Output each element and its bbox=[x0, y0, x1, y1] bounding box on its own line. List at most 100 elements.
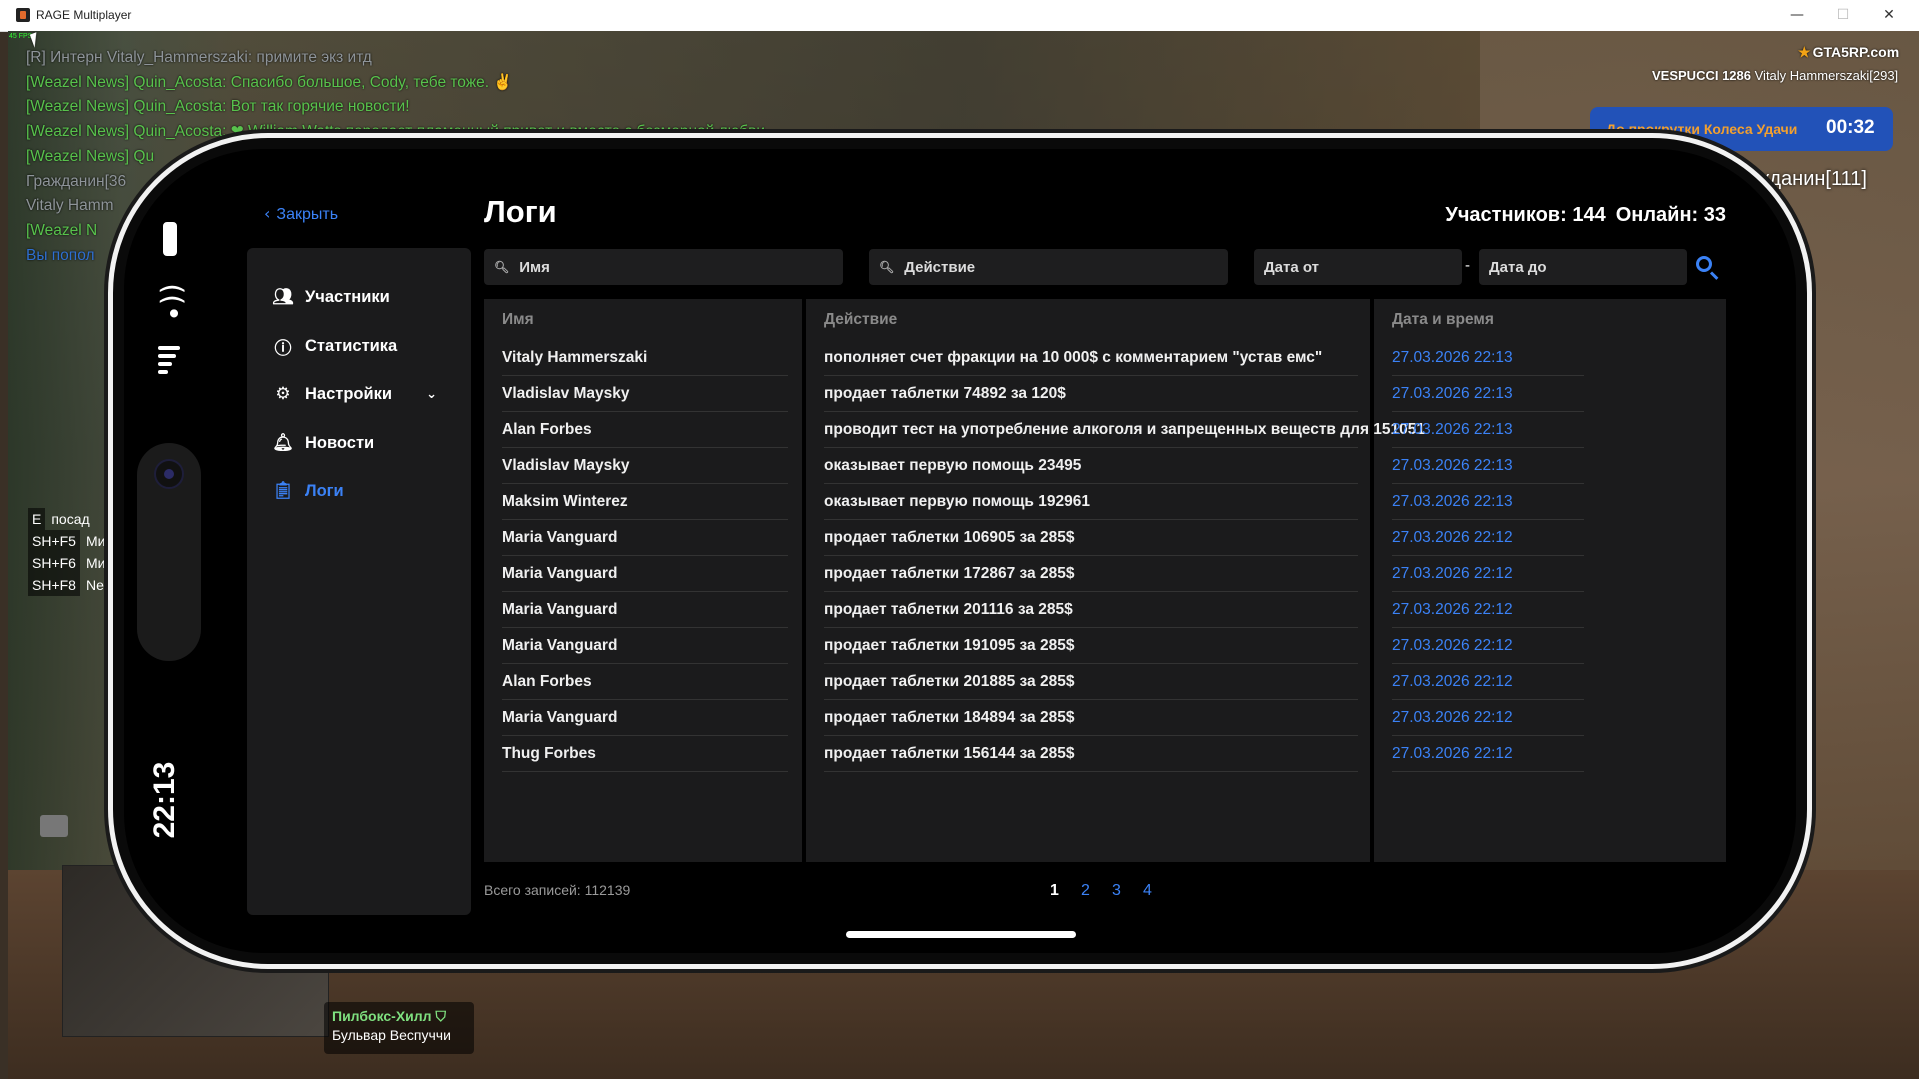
cell-name: Alan Forbes bbox=[502, 412, 788, 448]
page-1-button[interactable]: 1 bbox=[1050, 882, 1081, 900]
hotkey-item: SH+F5 Ми bbox=[28, 530, 105, 552]
sidebar-item-label: Новости bbox=[305, 433, 375, 452]
sidebar-item-label: Логи bbox=[305, 481, 344, 500]
sidebar-item-statistics[interactable]: ⓘ Статистика bbox=[271, 331, 398, 361]
cell-action: продает таблетки 156144 за 285$ bbox=[824, 736, 1358, 772]
page-4-button[interactable]: 4 bbox=[1143, 882, 1174, 900]
total-records: Всего записей: 112139 bbox=[484, 882, 631, 898]
star-icon: ★ bbox=[1798, 44, 1811, 60]
cell-action: оказывает первую помощь 23495 bbox=[824, 448, 1358, 484]
chevron-down-icon[interactable]: ⌄ bbox=[426, 387, 437, 402]
sidebar: 👥︎ Участники ⓘ Статистика ⚙ Настройки ⌄ 🔔︎ Но… bbox=[247, 248, 471, 915]
page-title: Логи bbox=[484, 194, 557, 229]
maximize-button[interactable]: ☐ bbox=[1820, 0, 1866, 31]
sidebar-item-label: Участники bbox=[305, 287, 390, 306]
cell-name: Maria Vanguard bbox=[502, 628, 788, 664]
cell-action: оказывает первую помощь 192961 bbox=[824, 484, 1358, 520]
cell-date: 27.03.2026 22:13 bbox=[1392, 376, 1584, 412]
name-filter-input[interactable]: 🔍︎ Имя bbox=[484, 249, 843, 285]
cell-action: продает таблетки 201116 за 285$ bbox=[824, 592, 1358, 628]
bell-icon: 🔔︎ bbox=[272, 433, 294, 453]
cell-date: 27.03.2026 22:13 bbox=[1392, 340, 1584, 376]
chat-line: [Weazel News] Quin_Acosta: Вот так горяч… bbox=[26, 98, 410, 116]
cell-name: Maria Vanguard bbox=[502, 520, 788, 556]
action-filter-input[interactable]: 🔍︎ Действие bbox=[869, 249, 1228, 285]
cell-action: продает таблетки 184894 за 285$ bbox=[824, 700, 1358, 736]
date-from-input[interactable]: Дата от bbox=[1254, 249, 1462, 285]
logo-text: GTA5RP.com bbox=[1812, 44, 1900, 60]
wheel-timer: 00:32 bbox=[1826, 117, 1875, 138]
placeholder: Дата от bbox=[1264, 258, 1320, 276]
search-icon-handle bbox=[1709, 271, 1719, 280]
cell-date: 27.03.2026 22:13 bbox=[1392, 484, 1584, 520]
search-icon bbox=[1696, 256, 1712, 272]
date-range-dash: - bbox=[1465, 257, 1470, 274]
location-zone: Пилбокс-Хилл ⛉ bbox=[332, 1008, 446, 1024]
sidebar-item-label: Статистика bbox=[305, 336, 398, 355]
search-icon: 🔍︎ bbox=[494, 260, 510, 274]
hotkey-list: Eпосад SH+F5 Ми SH+F6 Ми SH+F8 Ne bbox=[28, 508, 105, 596]
search-button[interactable] bbox=[1694, 254, 1722, 282]
cell-name: Vladislav Maysky bbox=[502, 448, 788, 484]
member-counts: Участников: 144 Онлайн: 33 bbox=[1300, 204, 1726, 227]
logs-table: Имя Действие Дата и время Vitaly Hammers… bbox=[484, 299, 1726, 862]
hotkey-item: Eпосад bbox=[28, 508, 105, 530]
hotkey-label: Ne bbox=[85, 577, 104, 593]
date-to-input[interactable]: Дата до bbox=[1479, 249, 1687, 285]
chat-line: [Weazel News] Quin_Acosta: Спасибо больш… bbox=[26, 73, 513, 91]
cell-action: пополняет счет фракции на 10 000$ с комм… bbox=[824, 340, 1358, 376]
table-row[interactable]: Thug Forbes продает таблетки 156144 за 28… bbox=[484, 736, 1726, 780]
header-date[interactable]: Дата и время bbox=[1392, 299, 1494, 340]
cell-date: 27.03.2026 22:13 bbox=[1392, 448, 1584, 484]
cell-action: продает таблетки 106905 за 285$ bbox=[824, 520, 1358, 556]
cell-action: продает таблетки 191095 за 285$ bbox=[824, 628, 1358, 664]
sidebar-item-settings[interactable]: ⚙ Настройки ⌄ bbox=[271, 379, 437, 409]
home-indicator[interactable] bbox=[846, 931, 1076, 938]
page-3-button[interactable]: 3 bbox=[1112, 882, 1143, 900]
search-icon: 🔍︎ bbox=[879, 260, 895, 274]
cell-date: 27.03.2026 22:12 bbox=[1392, 556, 1584, 592]
cell-action: проводит тест на употребление алкоголя и… bbox=[824, 412, 1425, 448]
server-info: VESPUCCI 1286 Vitaly Hammerszaki[293] bbox=[1652, 68, 1898, 83]
cell-action: продает таблетки 74892 за 120$ bbox=[824, 376, 1358, 412]
page-2-button[interactable]: 2 bbox=[1081, 882, 1112, 900]
close-label: Закрыть bbox=[276, 206, 339, 223]
sidebar-item-news[interactable]: 🔔︎ Новости bbox=[271, 428, 374, 458]
sidebar-item-members[interactable]: 👥︎ Участники bbox=[271, 282, 390, 312]
gear-icon: ⚙ bbox=[275, 384, 291, 404]
minimize-button[interactable]: — bbox=[1774, 0, 1820, 31]
rage-mp-app-icon bbox=[16, 8, 30, 22]
server-logo: ★ GTA5RP.com bbox=[1798, 44, 1899, 61]
header-name[interactable]: Имя bbox=[502, 299, 534, 340]
cell-date: 27.03.2026 22:12 bbox=[1392, 736, 1584, 772]
info-icon: ⓘ bbox=[274, 338, 292, 359]
cell-name: Maria Vanguard bbox=[502, 592, 788, 628]
placeholder: Действие bbox=[904, 258, 976, 276]
cell-date: 27.03.2026 22:12 bbox=[1392, 664, 1584, 700]
online-count: Онлайн: 33 bbox=[1615, 204, 1726, 226]
cell-date: 27.03.2026 22:12 bbox=[1392, 628, 1584, 664]
sidebar-item-label: Настройки bbox=[305, 384, 393, 403]
close-app-button[interactable]: ‹ Закрыть bbox=[264, 204, 338, 224]
users-icon: 👥︎ bbox=[272, 287, 294, 307]
hotkey-label: Ми bbox=[85, 533, 106, 549]
cell-date: 27.03.2026 22:12 bbox=[1392, 700, 1584, 736]
hotkey-label: Ми bbox=[85, 555, 106, 571]
clipboard-icon: 📋︎ bbox=[272, 481, 294, 501]
wifi-icon: ((• bbox=[156, 283, 190, 322]
placeholder: Дата до bbox=[1489, 258, 1547, 276]
shield-icon: ⛉ bbox=[435, 1008, 446, 1024]
sidebar-item-logs[interactable]: 📋︎ Логи bbox=[271, 476, 344, 506]
cell-name: Maria Vanguard bbox=[502, 556, 788, 592]
hotkey-label: посад bbox=[51, 511, 90, 527]
cell-date: 27.03.2026 22:12 bbox=[1392, 592, 1584, 628]
header-action[interactable]: Действие bbox=[824, 299, 897, 340]
cell-name: Thug Forbes bbox=[502, 736, 788, 772]
location-panel: Пилбокс-Хилл ⛉ Бульвар Веспуччи bbox=[324, 1002, 474, 1054]
members-count: Участников: 144 bbox=[1445, 204, 1606, 226]
cell-action: продает таблетки 172867 за 285$ bbox=[824, 556, 1358, 592]
close-window-button[interactable]: ✕ bbox=[1866, 0, 1912, 31]
server-name: VESPUCCI 1286 bbox=[1652, 68, 1751, 83]
phone-clock: 22:13 bbox=[148, 761, 181, 839]
hotkey-item: SH+F6 Ми bbox=[28, 552, 105, 574]
